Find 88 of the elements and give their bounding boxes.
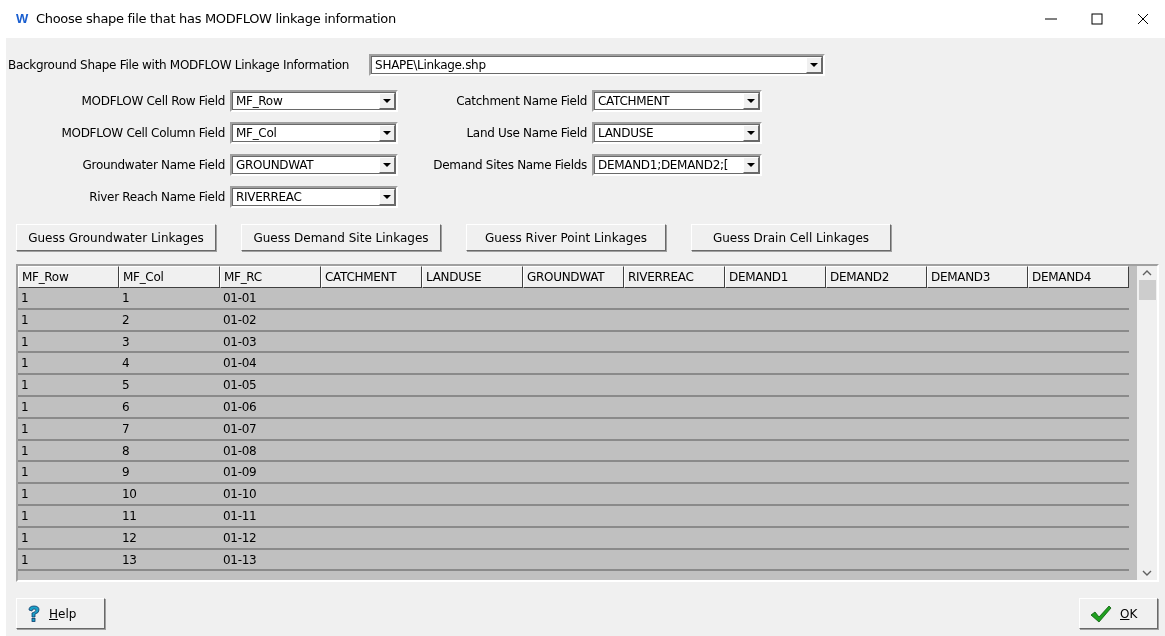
column-header[interactable]: MF_Row [18,266,119,288]
dropdown-arrow-icon [383,195,391,199]
guess-button[interactable]: Guess Groundwater Linkages [16,224,216,251]
field-label: Catchment Name Field [455,93,587,110]
ok-button[interactable]: OK [1079,598,1158,629]
column-header[interactable]: GROUNDWAT [523,266,624,288]
scroll-up-icon[interactable] [1142,270,1152,276]
field-dropdown[interactable]: RIVERREAC [230,186,398,208]
dropdown-arrow-icon [383,131,391,135]
column-header[interactable]: MF_RC [220,266,321,288]
field-label: MODFLOW Cell Column Field [60,125,225,142]
table-cell-text: 01-06 [222,399,258,416]
help-icon [27,604,41,623]
table-cell-text: 01-10 [222,486,258,504]
dropdown-arrow-icon [383,99,391,103]
table-cell-text: 8 [121,442,131,460]
table-cell-text: 01-08 [222,442,258,460]
dropdown-arrow-icon [747,131,755,135]
field-label: MODFLOW Cell Row Field [80,93,225,110]
column-header[interactable]: LANDUSE [422,266,523,288]
table-cell-text: 7 [121,420,131,438]
table-cell-text: 01-01 [222,290,258,307]
column-header[interactable]: MF_Col [119,266,220,288]
table-cell-text: 12 [121,529,138,547]
table-cell-text: 1 [20,507,30,525]
table-cell-text: 10 [121,486,138,504]
table-cell-text: 01-07 [222,420,258,438]
guess-button[interactable]: Guess River Point Linkages [466,224,666,251]
field-label: Land Use Name Field [465,125,587,142]
table-cell-text: 1 [121,290,131,307]
field-dropdown[interactable]: CATCHMENT [592,90,762,112]
table-cell-text: 1 [20,551,30,569]
table-cell-text: 1 [20,486,30,504]
table-cell-text: 01-05 [222,377,258,395]
table-cell-text: 1 [20,442,30,460]
table-cell-text: 1 [20,377,30,395]
field-label: Demand Sites Name Fields [432,157,587,174]
table-cell-text: 01-13 [222,551,258,569]
dropdown-arrow-icon [383,163,391,167]
dropdown-arrow-icon [747,163,755,167]
table-cell-text: 4 [121,355,131,373]
dropdown-arrow-icon [810,63,819,67]
table-cell-text: 1 [20,529,30,547]
table-cell-text: 1 [20,290,30,307]
table-cell-text: 1 [20,420,30,438]
table-cell-text: 6 [121,399,131,416]
field-dropdown[interactable]: DEMAND1;DEMAND2;[ [592,154,762,176]
column-header[interactable]: DEMAND1 [725,266,826,288]
table-cell-text: 1 [20,355,30,373]
scroll-down-icon[interactable] [1142,570,1152,576]
table-cell-text: 1 [20,311,30,329]
scrollbar-thumb[interactable] [1138,280,1156,300]
table-cell-text: 2 [121,311,131,329]
dropdown-arrow-icon [747,99,755,103]
shape-file-dropdown[interactable]: SHAPE\Linkage.shp [369,54,826,76]
column-header[interactable]: DEMAND4 [1028,266,1129,288]
table-cell-text: 1 [20,399,30,416]
table-cell-text: 13 [121,551,138,569]
field-dropdown[interactable]: MF_Row [230,90,398,112]
field-label: River Reach Name Field [88,189,225,206]
checkmark-icon [1090,604,1112,623]
table-cell-text: 01-02 [222,311,258,329]
table-cell-text: 5 [121,377,131,395]
column-header[interactable]: DEMAND2 [826,266,927,288]
table-cell-text: 3 [121,333,131,351]
vertical-scrollbar[interactable] [1137,266,1157,580]
table-cell-text: 01-12 [222,529,258,547]
field-label: Background Shape File with MODFLOW Linkage Information [8,57,350,74]
table-cell-text: 01-11 [222,507,258,525]
field-dropdown[interactable]: LANDUSE [592,122,762,144]
table-cell-text: 11 [121,507,138,525]
field-dropdown[interactable]: MF_Col [230,122,398,144]
column-header[interactable]: DEMAND3 [927,266,1028,288]
table-cell-text: 01-03 [222,333,258,351]
app-logo: W [16,10,28,29]
guess-button[interactable]: Guess Drain Cell Linkages [691,224,891,251]
column-header[interactable]: CATCHMENT [321,266,422,288]
table-cell-text: 01-09 [222,464,258,482]
guess-button[interactable]: Guess Demand Site Linkages [241,224,441,251]
table-cell-text: 1 [20,333,30,351]
help-button[interactable]: Help [16,598,105,629]
table-cell-text: 1 [20,464,30,482]
table-cell-text: 9 [121,464,131,482]
window-title: Choose shape file that has MODFLOW linkage information [36,10,396,29]
column-header[interactable]: RIVERREAC [624,266,725,288]
field-label: Groundwater Name Field [81,157,225,174]
field-dropdown[interactable]: GROUNDWAT [230,154,398,176]
table-cell-text: 01-04 [222,355,258,373]
